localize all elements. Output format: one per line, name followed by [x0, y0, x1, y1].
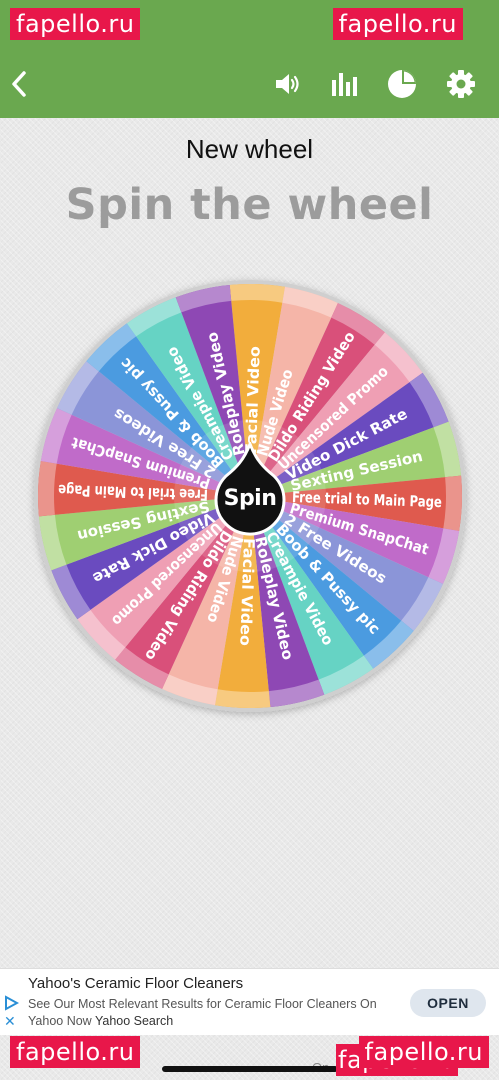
- spin-label: Spin: [223, 486, 277, 511]
- watermark: fapello.ru: [10, 1036, 141, 1068]
- wheel-segment-rim: [443, 475, 462, 531]
- wheel-segment-rim: [37, 461, 57, 517]
- ad-title[interactable]: Yahoo's Ceramic Floor Cleaners: [28, 975, 243, 992]
- sound-button[interactable]: [272, 50, 306, 118]
- spin-button[interactable]: Spin: [212, 442, 288, 538]
- bar-chart-icon: [332, 73, 357, 96]
- spin-wheel[interactable]: Facial Video Nude Video Dildo Riding Video…: [0, 240, 499, 760]
- wheel-segment-rim: [215, 689, 271, 708]
- statistics-button[interactable]: [328, 50, 360, 118]
- ad-open-button[interactable]: OPEN: [410, 989, 486, 1017]
- settings-button[interactable]: [443, 50, 479, 118]
- back-button[interactable]: [4, 50, 34, 118]
- ad-source: Yahoo Search: [94, 1014, 174, 1028]
- watermark: fapello.ru: [10, 8, 141, 40]
- chevron-left-icon: [12, 71, 26, 97]
- wheel-name: New wheel: [185, 134, 314, 164]
- watermark: fapello.ru: [332, 8, 463, 40]
- watermark: fapello.ru: [358, 1036, 489, 1068]
- page-heading: Spin the wheel: [65, 180, 434, 230]
- wheel-segment-rim: [229, 284, 285, 303]
- home-indicator: [162, 1066, 338, 1072]
- results-button[interactable]: [384, 50, 420, 118]
- speaker-icon: [276, 74, 299, 94]
- ad-description: See Our Most Relevant Results for Cerami…: [28, 996, 408, 1030]
- gear-icon: [447, 70, 475, 98]
- pie-chart-icon: [388, 70, 416, 98]
- ad-banner[interactable]: ✕ Yahoo's Ceramic Floor Cleaners See Our…: [0, 968, 499, 1035]
- ad-choices-icon[interactable]: [3, 995, 19, 1011]
- toolbar: [0, 50, 499, 118]
- ad-description-text: See Our Most Relevant Results for Cerami…: [28, 997, 377, 1028]
- close-icon[interactable]: ✕: [4, 1015, 16, 1029]
